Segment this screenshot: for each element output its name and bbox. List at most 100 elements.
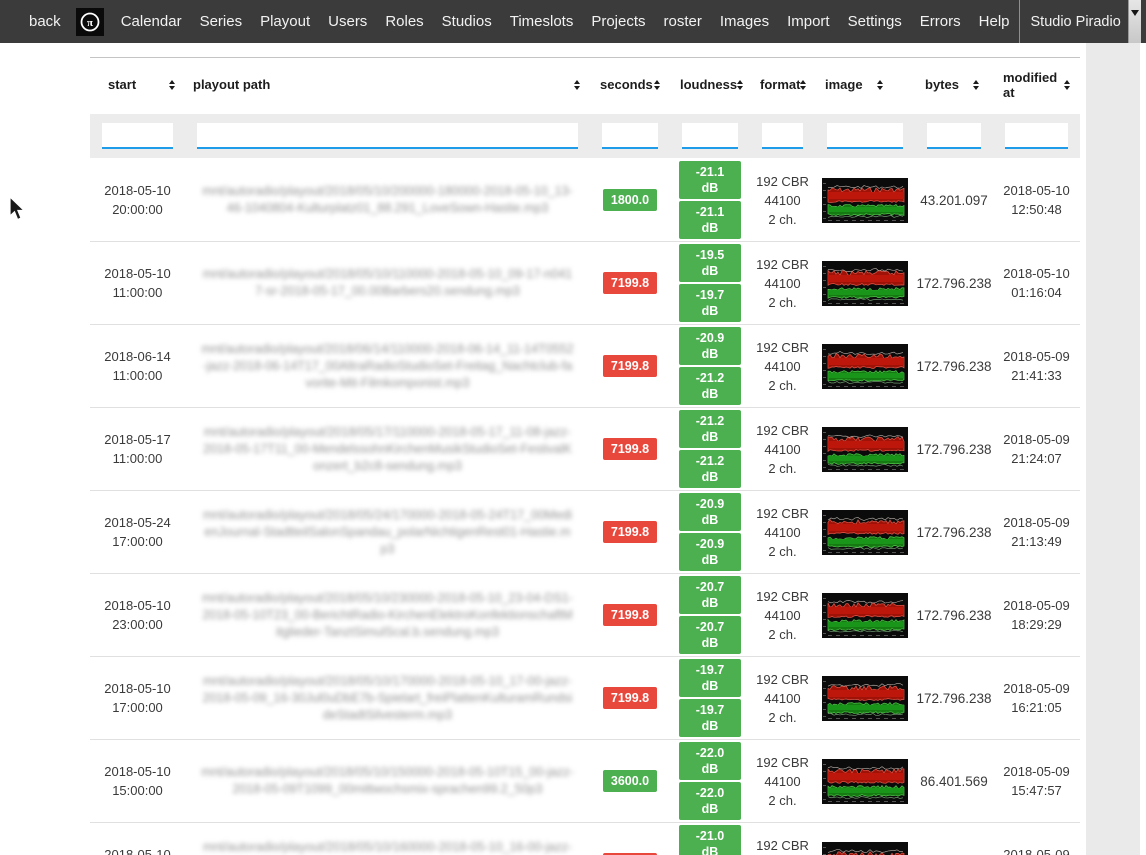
sort-icon[interactable] <box>877 77 883 93</box>
format-cell: 192 CBR 44100 2 ch. <box>750 657 815 740</box>
waveform-image[interactable] <box>822 593 908 638</box>
waveform-image[interactable] <box>822 759 908 804</box>
seconds-badge: 7199.8 <box>603 272 657 294</box>
modified-date: 2018-05-10 <box>993 181 1080 200</box>
format-cell: 192 CBR 44100 2 ch. <box>750 740 815 823</box>
column-header-playout-path[interactable]: playout path <box>185 58 590 113</box>
filter-modified-at-input[interactable] <box>1005 123 1068 149</box>
nav-item-settings[interactable]: Settings <box>839 13 911 30</box>
playout-path-cell: mnt/autoradio/playout/2018/05/10/200000-… <box>185 159 590 242</box>
format-bitrate: 192 CBR <box>750 255 815 274</box>
column-header-bytes[interactable]: bytes <box>915 58 993 113</box>
start-cell: 2018-05-10 15:00:00 <box>90 740 185 823</box>
nav-item-playout[interactable]: Playout <box>251 13 319 30</box>
project-select-value: Project 88vier <box>1141 14 1146 30</box>
nav-item-timeslots[interactable]: Timeslots <box>501 13 583 30</box>
column-header-loudness[interactable]: loudness <box>670 58 750 113</box>
modified-date: 2018-05-09 <box>993 845 1080 855</box>
loudness-badge-bottom: -21.2 dB <box>679 367 741 405</box>
waveform-image[interactable] <box>822 510 908 555</box>
nav-item-roster[interactable]: roster <box>655 13 711 30</box>
nav-item-calendar[interactable]: Calendar <box>112 13 191 30</box>
modified-date: 2018-05-09 <box>993 762 1080 781</box>
seconds-cell: 7199.8 <box>590 657 670 740</box>
image-cell <box>815 408 915 491</box>
waveform-image[interactable] <box>822 178 908 223</box>
playout-path-cell: mnt/autoradio/playout/2018/05/10/110000-… <box>185 242 590 325</box>
waveform-image[interactable] <box>822 344 908 389</box>
nav-item-series[interactable]: Series <box>191 13 252 30</box>
column-header-format[interactable]: format <box>750 58 815 113</box>
header-row: start playout path seconds loudness form… <box>90 58 1080 113</box>
column-header-image[interactable]: image <box>815 58 915 113</box>
filter-format-input[interactable] <box>762 123 803 149</box>
nav-item-help[interactable]: Help <box>970 13 1019 30</box>
loudness-badge-top: -21.1 dB <box>679 161 741 199</box>
start-time: 11:00:00 <box>90 366 185 385</box>
filter-bytes-input[interactable] <box>927 123 981 149</box>
filter-image-input[interactable] <box>827 123 903 149</box>
modified-date: 2018-05-10 <box>993 264 1080 283</box>
sort-icon[interactable] <box>737 77 743 93</box>
seconds-badge: 3600.0 <box>603 770 657 792</box>
format-bitrate: 192 CBR <box>750 172 815 191</box>
format-cell: 192 CBR 44100 2 ch. <box>750 823 815 855</box>
loudness-cell: -19.7 dB -19.7 dB <box>670 657 750 740</box>
image-cell <box>815 574 915 657</box>
seconds-badge: 7199.8 <box>603 438 657 460</box>
sort-icon[interactable] <box>169 77 175 93</box>
playout-path-cell: mnt/autoradio/playout/2018/05/24/170000-… <box>185 491 590 574</box>
filter-playout-path-input[interactable] <box>197 123 578 149</box>
format-cell: 192 CBR 44100 2 ch. <box>750 574 815 657</box>
top-navbar: back π CalendarSeriesPlayoutUsersRolesSt… <box>0 0 1146 43</box>
table-row: 2018-06-14 11:00:00 mnt/autoradio/playou… <box>90 325 1080 408</box>
waveform-image[interactable] <box>822 261 908 306</box>
nav-item-import[interactable]: Import <box>778 13 839 30</box>
filter-seconds-input[interactable] <box>602 123 658 149</box>
waveform-image[interactable] <box>822 842 908 855</box>
nav-item-roles[interactable]: Roles <box>376 13 432 30</box>
image-cell <box>815 657 915 740</box>
waveform-image[interactable] <box>822 427 908 472</box>
playout-path-cell: mnt/autoradio/playout/2018/05/10/150000-… <box>185 740 590 823</box>
seconds-badge: 7199.8 <box>603 355 657 377</box>
loudness-badge-bottom: -22.0 dB <box>679 782 741 820</box>
column-header-start[interactable]: start <box>90 58 185 113</box>
chevron-down-icon[interactable] <box>1128 0 1141 43</box>
sort-icon[interactable] <box>574 77 580 93</box>
format-bitrate: 192 CBR <box>750 338 815 357</box>
sort-icon[interactable] <box>1064 77 1070 93</box>
loudness-cell: -21.2 dB -21.2 dB <box>670 408 750 491</box>
column-header-seconds[interactable]: seconds <box>590 58 670 113</box>
nav-item-errors[interactable]: Errors <box>911 13 970 30</box>
nav-item-users[interactable]: Users <box>319 13 376 30</box>
sort-icon[interactable] <box>973 77 979 93</box>
loudness-cell: -20.9 dB -21.2 dB <box>670 325 750 408</box>
playout-path-cell: mnt/autoradio/playout/2018/06/14/110000-… <box>185 325 590 408</box>
seconds-badge: 7199.8 <box>603 604 657 626</box>
nav-item-back[interactable]: back <box>20 13 70 30</box>
logo-icon[interactable]: π <box>76 8 104 36</box>
loudness-cell: -21.1 dB -21.1 dB <box>670 159 750 242</box>
project-select[interactable]: Project 88vier <box>1141 0 1146 43</box>
nav-item-projects[interactable]: Projects <box>582 13 654 30</box>
modified-time: 21:24:07 <box>993 449 1080 468</box>
nav-item-studios[interactable]: Studios <box>433 13 501 30</box>
column-header-modified-at[interactable]: modified at <box>993 58 1080 113</box>
table-row: 2018-05-10 16:00:00 mnt/autoradio/playou… <box>90 823 1080 855</box>
sort-icon[interactable] <box>800 77 806 93</box>
filter-start-input[interactable] <box>102 123 173 149</box>
playout-path-cell: mnt/autoradio/playout/2018/05/10/160000-… <box>185 823 590 855</box>
loudness-badge-bottom: -20.7 dB <box>679 616 741 654</box>
start-date: 2018-05-10 <box>90 762 185 781</box>
sort-icon[interactable] <box>654 77 660 93</box>
format-channels: 2 ch. <box>750 459 815 478</box>
filter-loudness-input[interactable] <box>682 123 738 149</box>
nav-item-images[interactable]: Images <box>711 13 778 30</box>
studio-select[interactable]: Studio Piradio <box>1020 0 1141 43</box>
format-channels: 2 ch. <box>750 210 815 229</box>
waveform-image[interactable] <box>822 676 908 721</box>
format-cell: 192 CBR 44100 2 ch. <box>750 242 815 325</box>
table-row: 2018-05-10 15:00:00 mnt/autoradio/playou… <box>90 740 1080 823</box>
modified-at-cell: 2018-05-09 21:24:07 <box>993 408 1080 491</box>
